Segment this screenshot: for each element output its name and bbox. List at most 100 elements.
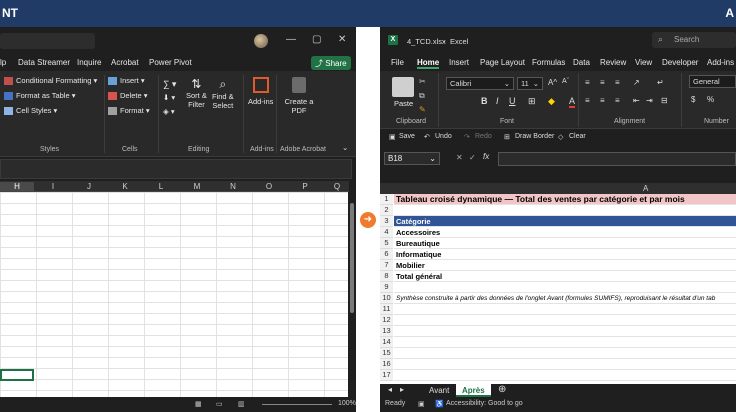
row-number[interactable]: 17 <box>380 370 393 381</box>
wrap-text-icon[interactable]: ↵ <box>657 78 664 87</box>
collapse-ribbon-icon[interactable]: ⌄ <box>342 143 348 152</box>
prev-sheet-icon[interactable]: ◂ <box>388 385 392 394</box>
formula-input[interactable] <box>0 159 352 179</box>
row-number[interactable]: 4 <box>380 227 393 238</box>
sheet-tab-avant[interactable]: Avant <box>423 384 455 397</box>
add-sheet-icon[interactable]: ⊕ <box>498 384 506 395</box>
grand-total-cell[interactable]: Total général <box>394 271 736 282</box>
conditional-formatting-button[interactable]: Conditional Formatting ▾ <box>4 76 97 86</box>
clear-button[interactable]: Clear <box>569 133 586 140</box>
save-button[interactable]: Save <box>399 133 415 140</box>
column-header[interactable]: J <box>72 182 106 191</box>
format-cells-button[interactable]: Format ▾ <box>108 106 150 116</box>
menu-formulas[interactable]: Formulas <box>532 58 565 67</box>
cell[interactable] <box>394 304 736 315</box>
row-number[interactable]: 16 <box>380 359 393 370</box>
formula-input[interactable] <box>498 152 736 166</box>
category-cell[interactable]: Informatique <box>394 249 736 260</box>
sort-filter-button[interactable]: ⇅ Sort & Filter <box>186 77 207 109</box>
copy-icon[interactable]: ⧉ <box>419 91 425 101</box>
cell[interactable] <box>394 337 736 348</box>
sheet-tab-apres[interactable]: Après <box>456 384 491 397</box>
menu-acrobat[interactable]: Acrobat <box>111 58 139 67</box>
menu-power-pivot[interactable]: Power Pivot <box>149 58 192 67</box>
clear-icon[interactable]: ◈ ▾ <box>163 107 175 116</box>
macro-record-icon[interactable]: ▣ <box>418 400 425 408</box>
paste-icon[interactable] <box>392 77 414 97</box>
left-cell-grid[interactable] <box>0 192 348 397</box>
currency-icon[interactable]: $ <box>691 95 695 104</box>
cell-styles-button[interactable]: Cell Styles ▾ <box>4 106 57 116</box>
insert-cells-button[interactable]: Insert ▾ <box>108 76 145 86</box>
column-header-a[interactable]: A <box>643 184 648 193</box>
bold-icon[interactable]: B <box>481 96 488 106</box>
enter-icon[interactable]: ✓ <box>469 153 476 162</box>
column-header[interactable]: K <box>108 182 142 191</box>
category-cell[interactable]: Accessoires <box>394 227 736 238</box>
row-number[interactable]: 15 <box>380 348 393 359</box>
cell[interactable] <box>394 370 736 381</box>
category-header-cell[interactable]: Catégorie <box>394 216 736 227</box>
column-header[interactable]: L <box>144 182 178 191</box>
align-left-icon[interactable]: ≡ <box>585 96 590 105</box>
zoom-level[interactable]: 100% <box>338 400 356 407</box>
row-number[interactable]: 7 <box>380 260 393 271</box>
category-cell[interactable]: Mobilier <box>394 260 736 271</box>
category-cell[interactable]: Bureautique <box>394 238 736 249</box>
share-button[interactable]: ⤴ Share <box>311 56 351 70</box>
undo-icon[interactable]: ↶ <box>424 133 430 141</box>
row-number[interactable]: 3 <box>380 216 393 227</box>
row-number[interactable]: 6 <box>380 249 393 260</box>
column-header[interactable]: M <box>180 182 214 191</box>
menu-insert[interactable]: Insert <box>449 58 469 67</box>
row-number[interactable]: 9 <box>380 282 393 293</box>
avatar[interactable] <box>254 34 268 48</box>
add-ins-button[interactable]: Add-ins <box>248 77 273 106</box>
column-header[interactable]: O <box>252 182 286 191</box>
menu-page-layout[interactable]: Page Layout <box>480 58 525 67</box>
menu-add-ins[interactable]: Add-ins <box>707 58 734 67</box>
format-painter-icon[interactable]: ✎ <box>419 105 426 114</box>
underline-icon[interactable]: U <box>509 96 516 106</box>
close-icon[interactable]: ✕ <box>338 34 346 45</box>
column-header[interactable]: Q <box>326 182 348 191</box>
row-number[interactable]: 5 <box>380 238 393 249</box>
page-break-icon[interactable]: ▥ <box>238 400 245 408</box>
selected-cell[interactable] <box>0 369 34 381</box>
left-vertical-scrollbar[interactable] <box>349 181 356 397</box>
left-search-box[interactable] <box>0 33 95 49</box>
row-number[interactable]: 8 <box>380 271 393 282</box>
find-select-button[interactable]: ⌕ Find & Select <box>212 77 234 110</box>
maximize-icon[interactable]: ▢ <box>312 34 321 45</box>
row-number[interactable]: 11 <box>380 304 393 315</box>
percent-icon[interactable]: % <box>707 95 714 104</box>
cell[interactable] <box>394 315 736 326</box>
column-header[interactable]: I <box>36 182 70 191</box>
minimize-icon[interactable]: — <box>286 34 296 45</box>
row-number[interactable]: 10 <box>380 293 393 304</box>
italic-icon[interactable]: I <box>496 96 499 106</box>
merge-center-icon[interactable]: ⊟ <box>661 96 668 105</box>
menu-data[interactable]: Data <box>573 58 590 67</box>
cell[interactable] <box>394 282 736 293</box>
align-bottom-icon[interactable]: ≡ <box>615 78 620 87</box>
row-number[interactable]: 2 <box>380 205 393 216</box>
redo-icon[interactable]: ↷ <box>464 133 470 141</box>
create-pdf-button[interactable]: Create a PDF <box>284 77 314 115</box>
increase-indent-icon[interactable]: ⇥ <box>646 96 653 105</box>
font-color-icon[interactable]: A <box>569 96 576 108</box>
column-header[interactable]: H <box>0 182 34 191</box>
menu-review[interactable]: Review <box>600 58 626 67</box>
align-right-icon[interactable]: ≡ <box>615 96 620 105</box>
format-as-table-button[interactable]: Format as Table ▾ <box>4 91 76 101</box>
menu-home[interactable]: Home <box>417 58 440 69</box>
split-divider[interactable]: ➜ <box>356 27 380 412</box>
number-format-select[interactable]: General <box>689 75 736 88</box>
save-icon[interactable]: ▣ <box>389 133 396 141</box>
accessibility-icon[interactable]: ♿ <box>435 400 444 408</box>
column-header[interactable]: P <box>288 182 322 191</box>
menu-developer[interactable]: Developer <box>662 58 698 67</box>
align-top-icon[interactable]: ≡ <box>585 78 590 87</box>
row-number[interactable]: 14 <box>380 337 393 348</box>
menu-help[interactable]: lp <box>0 58 6 67</box>
